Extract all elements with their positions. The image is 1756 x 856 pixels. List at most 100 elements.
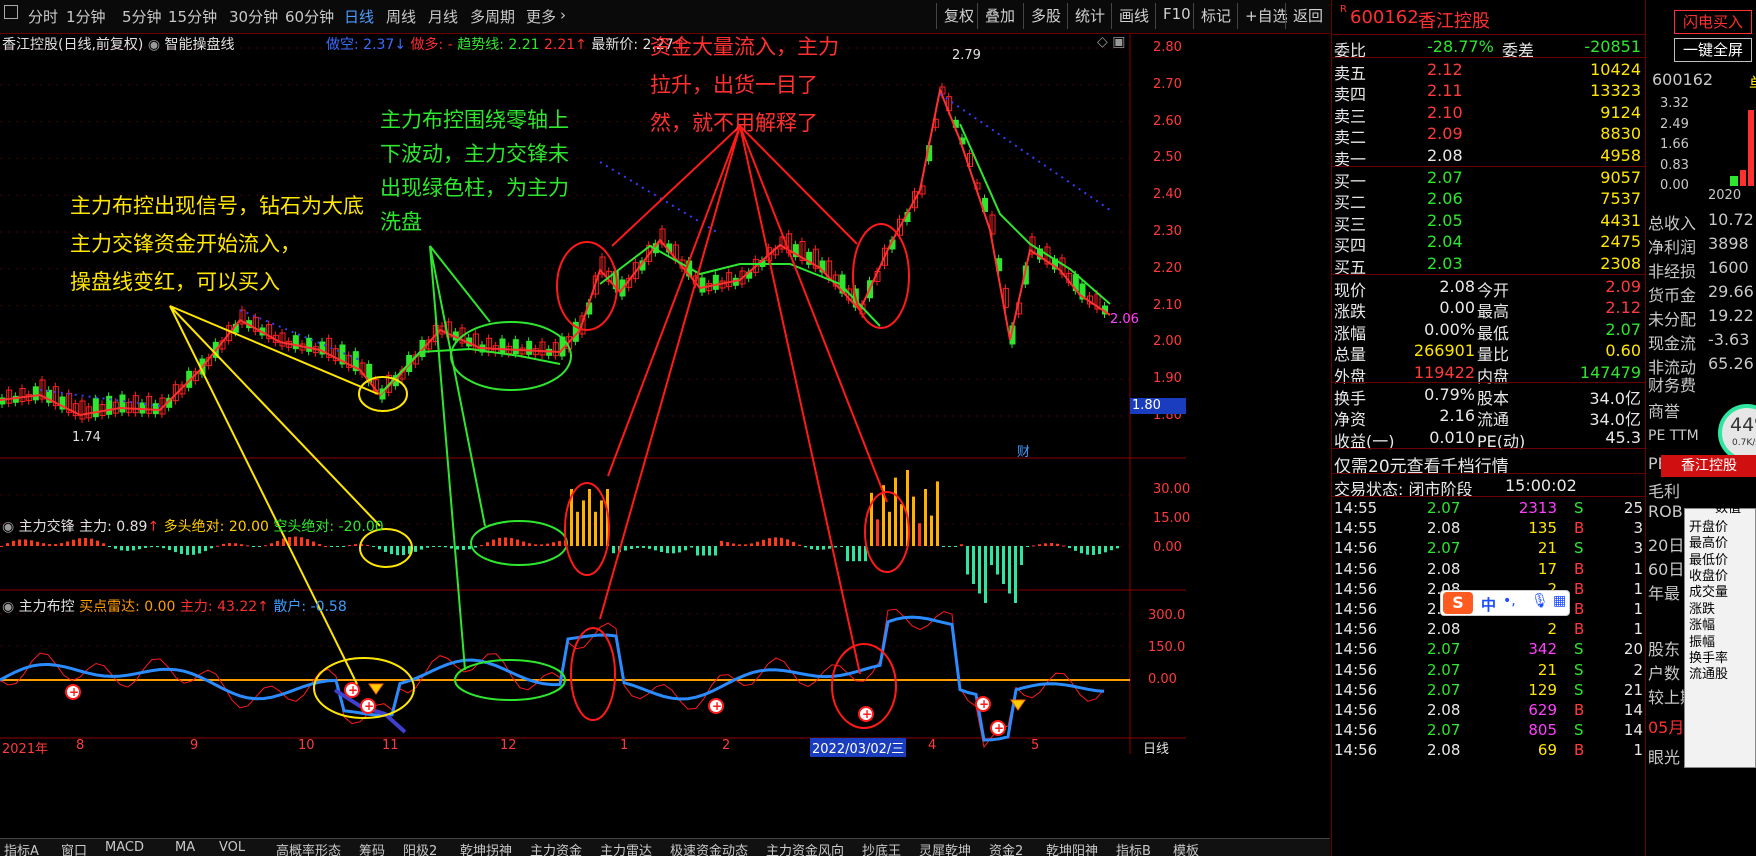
flow-bar	[186, 546, 189, 555]
indicator-tab[interactable]: 指标A	[4, 840, 39, 856]
stock-name: 香江控股	[1418, 11, 1490, 32]
flow-bar	[924, 489, 927, 546]
flow-bar	[306, 539, 309, 546]
tab-multi-period[interactable]: 多周期	[470, 6, 515, 27]
indicator-tab[interactable]: 灵犀乾坤	[919, 840, 971, 856]
indicator-tab[interactable]: 阳极2	[403, 840, 437, 856]
indicator-tab[interactable]: MACD	[105, 840, 144, 855]
keyboard-icon[interactable]: ▦	[1553, 593, 1566, 609]
indicator-tab[interactable]: 高概率形态	[276, 840, 341, 856]
tab-daily[interactable]: 日线	[344, 6, 374, 27]
indicator-tab[interactable]: MA	[175, 840, 195, 855]
flow-bar	[36, 541, 39, 546]
tick-time: 14:55	[1334, 499, 1378, 517]
flow-bar	[456, 546, 459, 550]
date-label: 12	[500, 738, 517, 753]
indicator-tab[interactable]: 指标B	[1116, 840, 1151, 856]
punctuation-icon[interactable]: •,	[1503, 593, 1516, 609]
price-tick: 2.70	[1153, 76, 1182, 92]
menu-icon[interactable]	[4, 5, 18, 19]
flow-bar	[18, 539, 21, 546]
mini-bar	[1740, 170, 1746, 186]
bid-price: 2.06	[1427, 189, 1463, 209]
indicator-tab[interactable]: 模板	[1173, 840, 1199, 856]
mini-code: 600162	[1652, 70, 1714, 89]
chevron-right-icon[interactable]: ›	[560, 6, 566, 24]
bid-volume: 7537	[1600, 189, 1641, 209]
flow-bar	[426, 546, 429, 548]
date-label: 2	[722, 738, 731, 753]
indicator-tab[interactable]: 资金2	[989, 840, 1023, 856]
ask-price: 2.09	[1427, 124, 1463, 144]
draw-line-button[interactable]: 画线	[1111, 3, 1156, 29]
adjust-button[interactable]: 复权	[936, 3, 981, 29]
indicator-tab[interactable]: 主力资金风向	[766, 840, 844, 856]
multi-stock-button[interactable]: 多股	[1023, 3, 1068, 29]
flow-bar	[516, 539, 519, 546]
indicator-tab[interactable]: VOL	[219, 840, 245, 855]
candle	[499, 338, 506, 354]
tick-side: S	[1574, 539, 1584, 558]
chart-title: 香江控股(日线,前复权) ◉ 智能操盘线	[2, 34, 235, 54]
ime-toolbar[interactable]: S 中 •, 🎙 ▦	[1440, 590, 1570, 616]
flow-bar	[42, 543, 45, 546]
tab-1min[interactable]: 1分钟	[66, 6, 106, 27]
tab-15min[interactable]: 15分钟	[168, 6, 217, 27]
popup-title: 香江控股	[1661, 455, 1756, 477]
chart-window-controls[interactable]: ◇ ▣	[1097, 34, 1125, 50]
date-label: 5	[1031, 738, 1040, 753]
flow-bar	[978, 546, 981, 594]
indicator-tab[interactable]: 乾坤阳神	[1046, 840, 1098, 856]
ask-price: 2.11	[1427, 81, 1463, 101]
fin-label: 总收入	[1648, 214, 1697, 233]
tick-price: 2.07	[1427, 499, 1461, 517]
flash-buy-button[interactable]: 闪电买入	[1674, 10, 1752, 34]
date-label: 1	[620, 738, 629, 753]
kline-chart[interactable]: + + + + + + +	[0, 34, 1330, 838]
plus-icon: +	[348, 683, 358, 697]
vision-label: 眼光	[1648, 748, 1681, 767]
r-badge: R	[1340, 4, 1347, 15]
annotation-line: 主力布控出现信号，钻石为大底	[70, 194, 364, 218]
flow-bar	[612, 546, 615, 554]
tab-monthly[interactable]: 月线	[428, 6, 458, 27]
microphone-icon[interactable]: 🎙	[1531, 593, 1549, 609]
f10-button[interactable]: F10	[1155, 3, 1198, 29]
tick-side: S	[1574, 499, 1584, 517]
indicator-tab[interactable]: 窗口	[61, 840, 87, 856]
trend-value: 趋势线: 2.21	[457, 37, 540, 53]
tab-5min[interactable]: 5分钟	[122, 6, 162, 27]
tab-30min[interactable]: 30分钟	[229, 6, 278, 27]
indicator-tab[interactable]: 极速资金动态	[670, 840, 748, 856]
tick-time: 14:56	[1334, 579, 1378, 598]
tab-60min[interactable]: 60分钟	[285, 6, 334, 27]
ask-row: 卖三 2.10 9124	[1332, 102, 1645, 126]
fullscreen-button[interactable]: 一键全屏	[1674, 38, 1752, 62]
back-button[interactable]: 返回	[1285, 3, 1330, 29]
tick-time: 14:55	[1334, 519, 1378, 538]
overlay-button[interactable]: 叠加	[977, 3, 1022, 29]
flow-bar	[852, 546, 855, 562]
stat-row: 收益(一) 0.010 PE(动) 45.3	[1332, 427, 1645, 451]
finance-mark[interactable]: 财	[1017, 441, 1030, 460]
indicator-tab[interactable]: 抄底王	[862, 840, 901, 856]
stats-button[interactable]: 统计	[1067, 3, 1112, 29]
mark-button[interactable]: 标记	[1193, 3, 1238, 29]
promo-row[interactable]: 仅需20元查看千档行情	[1332, 451, 1645, 477]
tab-weekly[interactable]: 周线	[386, 6, 416, 27]
tab-minute[interactable]: 分时	[28, 6, 58, 27]
red-pointer-lines	[599, 124, 888, 675]
indicator-tab[interactable]: 筹码	[359, 840, 385, 856]
flow-bar	[528, 543, 531, 546]
indicator-tab[interactable]: 主力雷达	[600, 840, 652, 856]
tick-volume: 17	[1537, 559, 1557, 578]
panel2-name: 主力交锋	[18, 519, 75, 535]
indicator-tab[interactable]: 主力资金	[530, 840, 582, 856]
stat-value: 45.3	[1605, 427, 1641, 447]
popup-field: 流通股	[1689, 667, 1729, 683]
flow-bar	[294, 536, 297, 546]
flow-bar	[180, 546, 183, 554]
tab-more[interactable]: 更多	[526, 6, 556, 27]
ime-mode-label[interactable]: 中	[1481, 594, 1496, 615]
indicator-tab[interactable]: 乾坤拐神	[460, 840, 512, 856]
